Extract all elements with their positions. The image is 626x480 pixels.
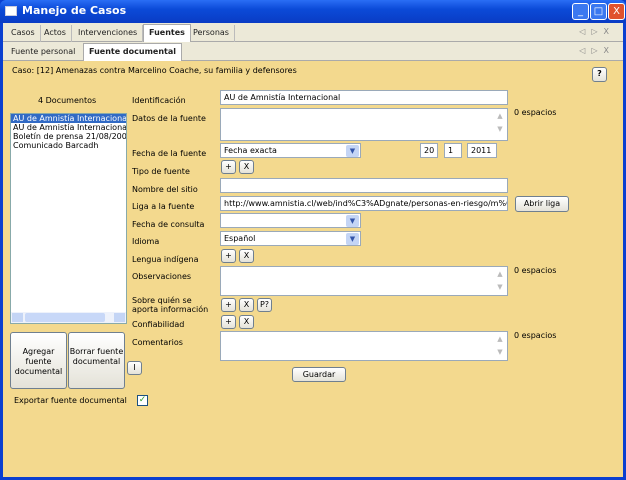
list-item[interactable]: AU de Amnistía Internacional — [11, 114, 126, 123]
tipo-add-button[interactable]: + — [221, 160, 236, 174]
subtab-prev-icon[interactable]: ◁ — [579, 46, 591, 55]
subtab-next-icon[interactable]: ▷ — [591, 46, 603, 55]
label-identificacion: Identificación — [132, 96, 186, 105]
observaciones-count: 0 espacios — [514, 266, 557, 275]
month-input[interactable]: 1 — [444, 143, 462, 158]
list-item[interactable]: AU de Amnistía Internacional — [11, 123, 126, 132]
label-observaciones: Observaciones — [132, 272, 192, 281]
list-item[interactable]: Comunicado Barcadh — [11, 141, 126, 150]
label-nombre-sitio: Nombre del sitio — [132, 185, 198, 194]
fecha-consulta-select[interactable]: ▼ — [220, 213, 361, 228]
lengua-remove-button[interactable]: X — [239, 249, 254, 263]
comentarios-textarea[interactable]: ▲ ▼ — [220, 331, 508, 361]
label-comentarios: Comentarios — [132, 338, 183, 347]
horizontal-scrollbar[interactable] — [11, 312, 126, 323]
day-input[interactable]: 20 — [420, 143, 438, 158]
list-item[interactable]: Boletín de prensa 21/08/2009 - E — [11, 132, 126, 141]
chevron-down-icon: ▼ — [346, 215, 359, 227]
open-link-button[interactable]: Abrir liga — [515, 196, 569, 212]
tab-fuentes[interactable]: Fuentes — [143, 24, 191, 42]
sobre-quien-p-button[interactable]: P? — [257, 298, 272, 312]
label-fecha: Fecha de la fuente — [132, 149, 207, 158]
tab-actos[interactable]: Actos — [39, 25, 72, 42]
chevron-down-icon: ▼ — [346, 233, 359, 245]
case-label: Caso: [12] Amenazas contra Marcelino Coa… — [12, 66, 297, 75]
sub-tabs: Fuente personal Fuente documental ◁▷X — [3, 42, 623, 61]
label-tipo: Tipo de fuente — [132, 167, 190, 176]
tab-close-icon[interactable]: X — [604, 27, 615, 36]
documents-count: 4 Documentos — [38, 96, 97, 105]
export-label: Exportar fuente documental — [14, 396, 127, 405]
label-lengua: Lengua indígena — [132, 255, 199, 264]
save-button[interactable]: Guardar — [292, 367, 346, 382]
tab-prev-icon[interactable]: ◁ — [579, 27, 591, 36]
tipo-remove-button[interactable]: X — [239, 160, 254, 174]
add-document-button[interactable]: Agregar fuente documental — [10, 332, 67, 389]
window-title: Manejo de Casos — [22, 4, 127, 17]
identificacion-input[interactable]: AU de Amnistía Internacional — [220, 90, 508, 105]
tab-fuente-documental[interactable]: Fuente documental — [83, 43, 182, 61]
datos-textarea[interactable]: ▲ ▼ — [220, 108, 508, 141]
nombre-sitio-input[interactable] — [220, 178, 508, 193]
comentarios-count: 0 espacios — [514, 331, 557, 340]
observaciones-textarea[interactable]: ▲ ▼ — [220, 266, 508, 296]
sobre-quien-add-button[interactable]: + — [221, 298, 236, 312]
subtab-close-icon[interactable]: X — [604, 46, 615, 55]
datos-count: 0 espacios — [514, 108, 557, 117]
sobre-quien-remove-button[interactable]: X — [239, 298, 254, 312]
scroll-right-icon[interactable] — [114, 313, 125, 322]
close-button[interactable]: X — [608, 3, 625, 20]
export-checkbox[interactable]: ✓ — [137, 395, 148, 406]
minimize-button[interactable]: _ — [572, 3, 589, 20]
tab-casos[interactable]: Casos — [6, 25, 41, 42]
tab-personas[interactable]: Personas — [188, 25, 235, 42]
info-button[interactable]: I — [127, 361, 142, 375]
year-input[interactable]: 2011 — [467, 143, 497, 158]
label-fecha-consulta: Fecha de consulta — [132, 220, 205, 229]
app-icon — [5, 6, 17, 16]
label-liga: Liga a la fuente — [132, 202, 195, 211]
fecha-type-select[interactable]: Fecha exacta ▼ — [220, 143, 361, 158]
lengua-add-button[interactable]: + — [221, 249, 236, 263]
chevron-down-icon: ▼ — [346, 145, 359, 157]
help-button[interactable]: ? — [592, 67, 607, 82]
delete-document-button[interactable]: Borrar fuente documental — [68, 332, 125, 389]
label-datos: Datos de la fuente — [132, 114, 206, 123]
confiabilidad-add-button[interactable]: + — [221, 315, 236, 329]
title-bar: Manejo de Casos — [0, 0, 626, 23]
label-sobre-quien: Sobre quién se aporta información — [132, 296, 209, 314]
documents-list[interactable]: AU de Amnistía Internacional AU de Amnis… — [10, 113, 127, 324]
idioma-select[interactable]: Español ▼ — [220, 231, 361, 246]
confiabilidad-remove-button[interactable]: X — [239, 315, 254, 329]
scroll-thumb[interactable] — [25, 313, 105, 322]
scroll-left-icon[interactable] — [12, 313, 23, 322]
label-confiabilidad: Confiabilidad — [132, 320, 185, 329]
tab-intervenciones[interactable]: Intervenciones — [73, 25, 144, 42]
tab-fuente-personal[interactable]: Fuente personal — [6, 44, 80, 61]
main-tabs: Casos Actos Intervenciones Fuentes Perso… — [3, 23, 623, 42]
label-idioma: Idioma — [132, 237, 160, 246]
maximize-button[interactable]: □ — [590, 3, 607, 20]
tab-next-icon[interactable]: ▷ — [591, 27, 603, 36]
liga-input[interactable]: http://www.amnistia.cl/web/ind%C3%ADgnat… — [220, 196, 508, 211]
